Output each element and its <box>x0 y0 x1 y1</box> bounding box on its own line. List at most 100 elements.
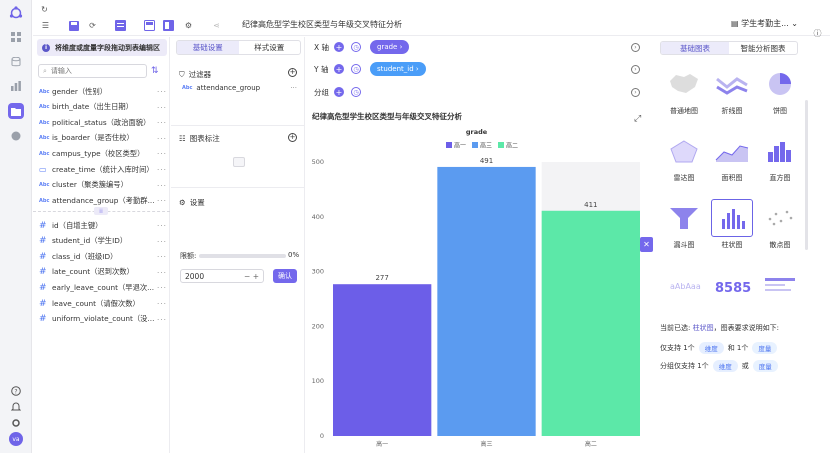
legend-label[interactable]: 高一 <box>454 142 466 150</box>
sort-icon[interactable]: ⇅ <box>151 66 159 76</box>
x-config-icon[interactable]: › <box>631 42 640 52</box>
group-sort-icon[interactable]: ◷ <box>351 87 361 97</box>
share-icon[interactable]: ⋖ <box>210 19 223 32</box>
more-icon[interactable]: ··· <box>290 84 297 92</box>
filter-item[interactable]: Abc attendance_group ··· <box>182 84 297 92</box>
scrollbar[interactable] <box>805 100 808 250</box>
field-item[interactable]: ▭ create_time（统计入库时间） ··· <box>39 163 167 176</box>
chart-icon[interactable] <box>8 78 24 94</box>
more-icon[interactable]: ··· <box>157 149 167 158</box>
field-item[interactable]: Abc is_boarder（是否住校） ··· <box>39 132 167 145</box>
y-add-button[interactable]: + <box>334 64 344 74</box>
more-icon[interactable]: ··· <box>157 165 167 174</box>
bar[interactable] <box>333 284 432 436</box>
folder-icon[interactable] <box>8 103 24 119</box>
avatar[interactable]: va <box>8 431 24 447</box>
panel-icon[interactable] <box>162 19 175 32</box>
chart-type-histogram[interactable]: 直方图 <box>758 132 802 188</box>
drag-handle-icon[interactable]: ⁞⁞ <box>94 207 108 215</box>
chart-type-item[interactable]: 8585 <box>710 267 754 323</box>
field-item[interactable]: Abc campus_type（校区类型） ··· <box>39 147 167 160</box>
field-item[interactable]: Abc gender（性别） ··· <box>39 85 167 98</box>
tab-style-settings[interactable]: 样式设置 <box>239 41 301 54</box>
add-filter-button[interactable]: + <box>288 68 297 77</box>
more-icon[interactable]: ··· <box>157 118 167 127</box>
field-item[interactable]: Abc birth_date（出生日期） ··· <box>39 101 167 114</box>
more-icon[interactable]: ··· <box>157 103 167 112</box>
refresh-icon[interactable]: ↻ <box>38 3 51 16</box>
area-chart-icon <box>711 132 753 170</box>
gear-icon[interactable] <box>8 415 24 431</box>
help-icon[interactable]: ? <box>8 383 24 399</box>
more-icon[interactable]: ··· <box>157 268 167 277</box>
bar[interactable] <box>437 166 536 436</box>
chart-type-item[interactable]: aAbAaa <box>662 267 706 323</box>
grid-icon[interactable] <box>8 29 24 45</box>
settings-icon[interactable]: ⚙ <box>182 19 195 32</box>
x-sort-icon[interactable]: ◷ <box>351 42 361 52</box>
info-icon[interactable]: ⓘ <box>811 27 824 40</box>
field-item[interactable]: # class_id（班级ID） ··· <box>39 250 167 263</box>
limit-label: 限额: <box>180 252 197 260</box>
chart-type-item[interactable] <box>758 267 802 323</box>
bell-icon[interactable] <box>8 399 24 415</box>
dataset-selector[interactable]: ▤ 学生考勤主... ⌄ <box>731 18 798 29</box>
menu-icon[interactable]: ☰ <box>39 19 52 32</box>
field-item[interactable]: Abc attendance_group（考勤群... ··· <box>39 194 167 207</box>
tab-smart-charts[interactable]: 智能分析图表 <box>729 42 797 54</box>
limit-number-input[interactable]: 2000 − + <box>180 269 264 283</box>
field-item[interactable]: # uniform_violate_count（没... ··· <box>39 313 167 326</box>
save-icon[interactable] <box>67 19 80 32</box>
more-icon[interactable]: ··· <box>157 196 167 205</box>
y-sort-icon[interactable]: ◷ <box>351 64 361 74</box>
bar[interactable] <box>541 210 640 436</box>
chart-type-bar-chart[interactable]: 柱状图 <box>710 199 754 255</box>
chart-type-line-chart[interactable]: 折线图 <box>710 65 754 121</box>
chart-type-map-chart[interactable]: 普通地图 <box>662 65 706 121</box>
more-icon[interactable]: ··· <box>157 181 167 190</box>
chart-type-scatter-chart[interactable]: 散点图 <box>758 199 802 255</box>
chart-type-pie-chart[interactable]: 饼图 <box>758 65 802 121</box>
stepper-controls[interactable]: − + <box>244 272 259 281</box>
search-box[interactable]: ⌕ <box>38 64 147 78</box>
confirm-button[interactable]: 确认 <box>273 269 297 283</box>
more-icon[interactable]: ··· <box>157 87 167 96</box>
more-icon[interactable]: ··· <box>157 221 167 230</box>
chart-type-radar-chart[interactable]: 雷达图 <box>662 132 706 188</box>
limit-slider[interactable] <box>199 254 286 258</box>
layout-icon[interactable] <box>143 19 156 32</box>
group-config-icon[interactable]: › <box>631 87 640 97</box>
field-item[interactable]: # early_leave_count（早退次... ··· <box>39 281 167 294</box>
field-item[interactable]: Abc cluster（聚类簇编号） ··· <box>39 179 167 192</box>
y-field-pill[interactable]: student_id › <box>370 62 426 76</box>
x-field-pill[interactable]: grade › <box>370 40 410 54</box>
more-icon[interactable]: ··· <box>157 283 167 292</box>
more-icon[interactable]: ··· <box>157 252 167 261</box>
more-icon[interactable]: ··· <box>157 237 167 246</box>
app-logo-icon[interactable] <box>8 5 24 21</box>
group-add-button[interactable]: + <box>334 87 344 97</box>
field-item[interactable]: # id（自增主键） ··· <box>39 219 167 232</box>
chart-type-funnel-chart[interactable]: 漏斗图 <box>662 199 706 255</box>
tab-basic-settings[interactable]: 基础设置 <box>177 41 239 54</box>
field-item[interactable]: # student_id（学生ID） ··· <box>39 235 167 248</box>
compass-icon[interactable] <box>8 128 24 144</box>
reload-icon[interactable]: ⟳ <box>86 19 99 32</box>
field-item[interactable]: Abc political_status（政治面貌） ··· <box>39 116 167 129</box>
add-annotation-button[interactable]: + <box>288 133 297 142</box>
legend-label[interactable]: 高二 <box>506 142 518 150</box>
more-icon[interactable]: ··· <box>157 134 167 143</box>
database-icon[interactable] <box>8 54 24 70</box>
search-input[interactable] <box>50 67 131 75</box>
y-config-icon[interactable]: › <box>631 64 640 74</box>
field-item[interactable]: # late_count（迟到次数） ··· <box>39 266 167 279</box>
more-icon[interactable]: ··· <box>157 315 167 324</box>
table-icon[interactable] <box>114 19 127 32</box>
tab-basic-charts[interactable]: 基础图表 <box>661 42 729 54</box>
more-icon[interactable]: ··· <box>157 299 167 308</box>
legend-label[interactable]: 高三 <box>480 142 492 150</box>
x-add-button[interactable]: + <box>334 42 344 52</box>
settings-panel: 基础设置 样式设置 ⛉ 过滤器 + Abc attendance_group ··… <box>171 37 305 453</box>
field-item[interactable]: # leave_count（请假次数） ··· <box>39 297 167 310</box>
chart-type-area-chart[interactable]: 面积图 <box>710 132 754 188</box>
